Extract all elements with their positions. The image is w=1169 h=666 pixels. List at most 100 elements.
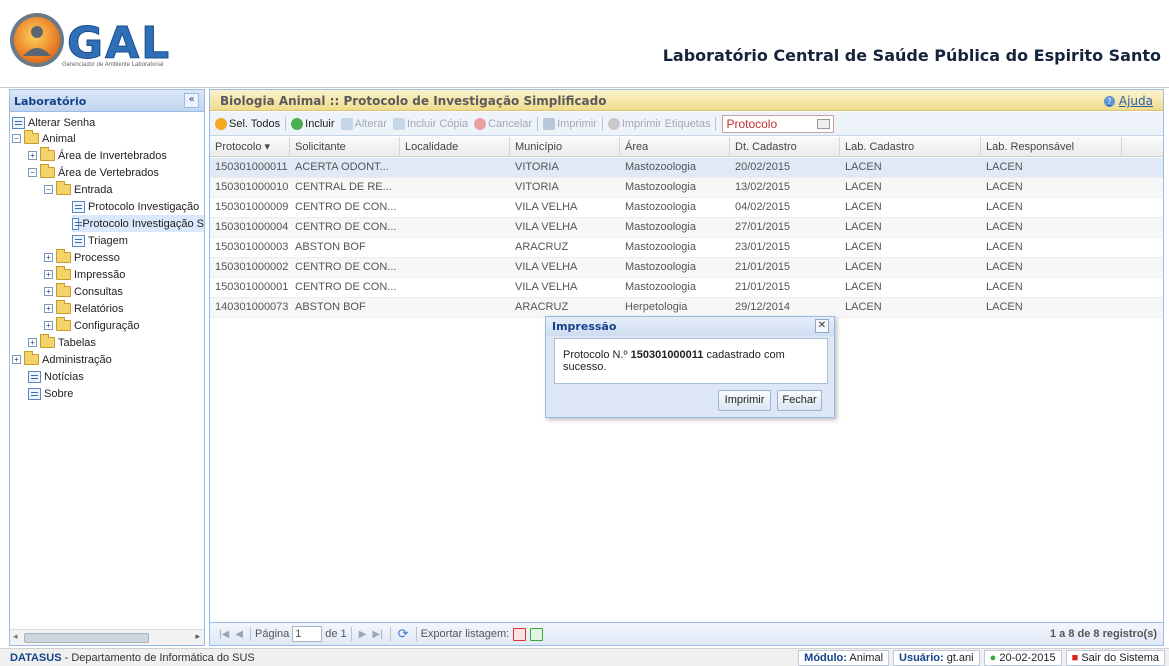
leaf-icon bbox=[28, 387, 41, 400]
close-icon[interactable]: ✕ bbox=[815, 319, 829, 333]
organization-label: DATASUS - Departamento de Informática do… bbox=[10, 652, 255, 664]
search-trigger-icon[interactable] bbox=[817, 118, 831, 129]
tree-item-triagem[interactable]: Triagem bbox=[72, 232, 128, 249]
select-all-button[interactable]: Sel. Todos bbox=[212, 114, 283, 134]
leaf-icon bbox=[72, 217, 83, 230]
refresh-icon[interactable]: ⟳ bbox=[398, 626, 409, 642]
tree-item-configuracao[interactable]: + Configuração bbox=[44, 317, 139, 334]
cell-lab-cadastro: LACEN bbox=[845, 261, 882, 273]
column-header-solicitante[interactable]: Solicitante bbox=[290, 137, 400, 157]
tree-item-area-invertebrados[interactable]: + Área de Invertebrados bbox=[28, 147, 167, 164]
protocol-search-input[interactable]: Protocolo bbox=[722, 114, 835, 133]
expand-toggle-icon[interactable]: + bbox=[28, 338, 37, 347]
scrollbar-thumb[interactable] bbox=[24, 633, 149, 643]
tree-item-noticias[interactable]: Notícias bbox=[28, 368, 84, 385]
table-row[interactable]: 150301000011 ACERTA ODONT... VITORIA Mastoz… bbox=[210, 158, 1163, 178]
help-link[interactable]: ? Ajuda bbox=[1103, 94, 1153, 108]
sidebar-horizontal-scrollbar[interactable]: ◂ ▸ bbox=[10, 629, 204, 645]
table-row[interactable]: 150301000010 CENTRAL DE RE... VITORIA Masto… bbox=[210, 178, 1163, 198]
tree-item-area-vertebrados[interactable]: − Área de Vertebrados bbox=[28, 164, 159, 181]
column-header-protocolo[interactable]: Protocolo ▾ bbox=[210, 137, 290, 157]
cell-localidade bbox=[400, 238, 510, 257]
expand-toggle-icon[interactable]: + bbox=[12, 355, 21, 364]
column-header-area[interactable]: Área bbox=[620, 137, 730, 157]
expand-toggle-icon[interactable]: + bbox=[44, 287, 53, 296]
column-header-lab-responsavel[interactable]: Lab. Responsável bbox=[981, 137, 1122, 157]
collapse-toggle-icon[interactable]: − bbox=[12, 134, 21, 143]
tree-item-entrada[interactable]: − Entrada bbox=[44, 181, 113, 198]
scroll-right-icon[interactable]: ▸ bbox=[195, 632, 200, 642]
toolbar-divider bbox=[601, 116, 603, 131]
tree-item-animal[interactable]: − Animal bbox=[12, 130, 76, 147]
tree-item-alterar-senha[interactable]: Alterar Senha bbox=[12, 114, 95, 131]
page-number-input[interactable]: 1 bbox=[292, 626, 323, 642]
print-button-dialog[interactable]: Imprimir bbox=[718, 390, 771, 411]
cell-area: Herpetologia bbox=[625, 301, 688, 313]
logo-tagline: Gerenciador de Ambiente Laboratorial bbox=[62, 62, 164, 68]
collapse-toggle-icon[interactable]: − bbox=[44, 185, 53, 194]
close-button[interactable]: Fechar bbox=[777, 390, 822, 411]
cell-protocolo: 150301000003 bbox=[215, 241, 289, 253]
expand-toggle-icon[interactable]: + bbox=[44, 304, 53, 313]
tree-label: Animal bbox=[42, 132, 76, 145]
tree-item-protocolo-investigacao-simplificado[interactable]: Protocolo Investigação S bbox=[72, 215, 204, 232]
print-labels-button[interactable]: Imprimir Etiquetas bbox=[605, 114, 714, 134]
gal-logo: GAL Gerenciador de Ambiente Laboratorial bbox=[7, 10, 223, 74]
tree-item-tabelas[interactable]: + Tabelas bbox=[28, 334, 96, 351]
tree-item-administracao[interactable]: + Administração bbox=[12, 351, 112, 368]
last-page-icon[interactable]: ▶| bbox=[372, 629, 382, 640]
pdf-export-icon[interactable] bbox=[513, 627, 527, 641]
cancel-button[interactable]: Cancelar bbox=[471, 114, 535, 134]
tree-item-consultas[interactable]: + Consultas bbox=[44, 283, 123, 300]
edit-label: Alterar bbox=[354, 117, 387, 130]
first-page-icon[interactable]: |◀ bbox=[219, 629, 229, 640]
folder-icon bbox=[56, 300, 71, 314]
collapse-icon[interactable]: « bbox=[184, 93, 199, 108]
scroll-left-icon[interactable]: ◂ bbox=[13, 632, 18, 642]
cell-municipio: VILA VELHA bbox=[515, 281, 578, 293]
message-prefix: Protocolo N.º bbox=[563, 349, 628, 361]
previous-page-icon[interactable]: ◀ bbox=[235, 629, 243, 640]
org-name: - Departamento de Informática do SUS bbox=[61, 652, 255, 664]
expand-toggle-icon[interactable]: + bbox=[28, 151, 37, 160]
leaf-icon bbox=[72, 234, 85, 247]
table-row[interactable]: 150301000001 CENTRO DE CON... VILA VELHA Ma… bbox=[210, 278, 1163, 298]
tree-item-protocolo-investigacao[interactable]: Protocolo Investigação bbox=[72, 198, 199, 215]
tree-label: Área de Vertebrados bbox=[58, 166, 159, 179]
excel-export-icon[interactable] bbox=[530, 627, 544, 641]
table-row[interactable]: 150301000004 CENTRO DE CON... VILA VELHA Ma… bbox=[210, 218, 1163, 238]
edit-button[interactable]: Alterar bbox=[338, 114, 390, 134]
cell-lab-responsavel: LACEN bbox=[986, 221, 1023, 233]
print-button[interactable]: Imprimir bbox=[540, 114, 600, 134]
tree-item-sobre[interactable]: Sobre bbox=[28, 385, 73, 402]
table-row[interactable]: 150301000003 ABSTON BOF ARACRUZ Mastozoolog… bbox=[210, 238, 1163, 258]
column-header-localidade[interactable]: Localidade bbox=[400, 137, 510, 157]
table-row[interactable]: 150301000002 CENTRO DE CON... VILA VELHA Ma… bbox=[210, 258, 1163, 278]
collapse-toggle-icon[interactable]: − bbox=[28, 168, 37, 177]
column-header-municipio[interactable]: Município bbox=[510, 137, 620, 157]
cell-lab-responsavel: LACEN bbox=[986, 241, 1023, 253]
sidebar-title: Laboratório bbox=[14, 95, 87, 108]
tree-item-relatorios[interactable]: + Relatórios bbox=[44, 300, 124, 317]
tree-label: Alterar Senha bbox=[28, 116, 96, 129]
include-button[interactable]: Incluir bbox=[288, 114, 337, 134]
tree-item-impressao[interactable]: + Impressão bbox=[44, 266, 125, 283]
column-header-filler bbox=[1122, 137, 1163, 157]
expand-toggle-icon[interactable]: + bbox=[44, 270, 53, 279]
logout-button[interactable]: ■ Sair do Sistema bbox=[1065, 650, 1165, 666]
cell-lab-cadastro: LACEN bbox=[845, 221, 882, 233]
cell-dt-cadastro: 21/01/2015 bbox=[735, 261, 791, 273]
include-copy-button[interactable]: Incluir Cópia bbox=[390, 114, 471, 134]
tree-item-processo[interactable]: + Processo bbox=[44, 249, 120, 266]
copy-icon bbox=[392, 117, 405, 130]
table-row[interactable]: 150301000009 CENTRO DE CON... VILA VELHA Ma… bbox=[210, 198, 1163, 218]
column-header-dt-cadastro[interactable]: Dt. Cadastro bbox=[730, 137, 840, 157]
page-title: Laboratório Central de Saúde Pública do … bbox=[662, 46, 1161, 65]
expand-toggle-icon[interactable]: + bbox=[44, 321, 53, 330]
folder-icon bbox=[56, 181, 71, 195]
table-row[interactable]: 140301000073 ABSTON BOF ARACRUZ Herpetologi… bbox=[210, 298, 1163, 318]
cell-lab-responsavel: LACEN bbox=[986, 261, 1023, 273]
column-header-lab-cadastro[interactable]: Lab. Cadastro bbox=[840, 137, 981, 157]
expand-toggle-icon[interactable]: + bbox=[44, 253, 53, 262]
next-page-icon[interactable]: ▶ bbox=[359, 629, 367, 640]
